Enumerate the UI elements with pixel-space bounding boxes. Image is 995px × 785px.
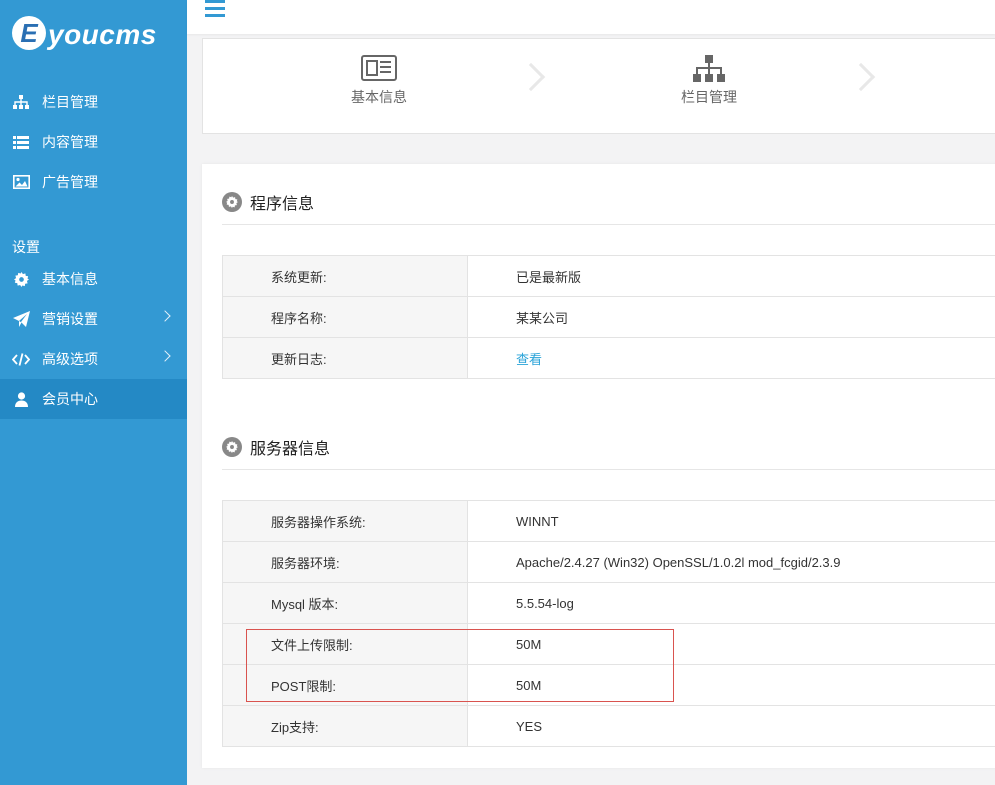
divider [222, 224, 995, 225]
row-value: 已是最新版 [467, 255, 995, 297]
gear-icon [12, 270, 30, 288]
table-row: Zip支持: YES [222, 705, 995, 747]
divider [222, 469, 995, 470]
code-icon [12, 350, 30, 368]
row-value: 某某公司 [467, 296, 995, 338]
server-info-table: 服务器操作系统: WINNT 服务器环境: Apache/2.4.27 (Win… [222, 500, 995, 747]
row-key: Zip支持: [222, 705, 468, 747]
step-label: 基本信息 [351, 89, 407, 105]
user-icon [12, 390, 30, 408]
table-row: 服务器环境: Apache/2.4.27 (Win32) OpenSSL/1.0… [222, 541, 995, 583]
row-key: 更新日志: [222, 337, 468, 379]
gear-icon [222, 192, 242, 212]
sidebar-item-marketing[interactable]: 营销设置 [0, 299, 187, 339]
program-info-heading: 程序信息 [222, 190, 314, 214]
step-label: 栏目管理 [681, 89, 737, 105]
chevron-right-icon [159, 350, 171, 362]
chevron-right-icon [159, 310, 171, 322]
sitemap-icon [12, 93, 30, 111]
sidebar-item-label: 高级选项 [42, 351, 98, 367]
sidebar-item-member-center[interactable]: 会员中心 [0, 379, 187, 419]
chevron-right-icon [516, 62, 546, 92]
chevron-right-icon [846, 62, 876, 92]
sidebar-item-label: 广告管理 [42, 174, 98, 190]
highlight-box [246, 629, 674, 702]
sidebar-item-columns[interactable]: 栏目管理 [0, 82, 187, 122]
step-columns[interactable]: 栏目管理 [649, 55, 769, 107]
sitemap-icon [691, 55, 727, 83]
table-row: Mysql 版本: 5.5.54-log [222, 582, 995, 624]
sidebar-item-label: 基本信息 [42, 271, 98, 287]
section-title: 服务器信息 [250, 441, 331, 458]
sidebar-item-content[interactable]: 内容管理 [0, 122, 187, 162]
newspaper-icon [361, 55, 397, 83]
row-key: 系统更新: [222, 255, 468, 297]
row-key: 程序名称: [222, 296, 468, 338]
view-changelog-link[interactable]: 查看 [467, 337, 995, 379]
row-value: WINNT [467, 500, 995, 542]
sidebar-item-ads[interactable]: 广告管理 [0, 162, 187, 202]
sidebar-item-basic-info[interactable]: 基本信息 [0, 259, 187, 299]
table-row: 服务器操作系统: WINNT [222, 500, 995, 542]
logo-badge: E [12, 16, 46, 50]
list-icon [12, 133, 30, 151]
step-basic-info[interactable]: 基本信息 [319, 55, 439, 107]
sidebar-item-label: 栏目管理 [42, 94, 98, 110]
table-row: 系统更新: 已是最新版 [222, 255, 995, 297]
sidebar-section-settings: 设置 [12, 239, 40, 255]
row-key: 服务器操作系统: [222, 500, 468, 542]
table-row: 更新日志: 查看 [222, 337, 995, 379]
image-icon [12, 173, 30, 191]
sidebar-item-label: 内容管理 [42, 134, 98, 150]
server-info-heading: 服务器信息 [222, 435, 330, 459]
gear-icon [222, 437, 242, 457]
section-title: 程序信息 [250, 196, 315, 213]
row-key: 服务器环境: [222, 541, 468, 583]
sidebar-item-label: 营销设置 [42, 311, 98, 327]
row-value: Apache/2.4.27 (Win32) OpenSSL/1.0.2l mod… [467, 541, 995, 583]
table-row: 程序名称: 某某公司 [222, 296, 995, 338]
sidebar-item-label: 会员中心 [42, 391, 98, 407]
sidebar-item-advanced[interactable]: 高级选项 [0, 339, 187, 379]
program-info-table: 系统更新: 已是最新版 程序名称: 某某公司 更新日志: 查看 [222, 255, 995, 379]
row-key: Mysql 版本: [222, 582, 468, 624]
row-value: 5.5.54-log [467, 582, 995, 624]
logo-text: youcms [48, 19, 157, 50]
sidebar: E youcms 栏目管理 内容管理 广告管理 设置 基本信息 营销设置 高级选… [0, 0, 187, 785]
top-bar [187, 0, 995, 34]
quick-steps-panel: 基本信息 栏目管理 [202, 38, 995, 134]
menu-toggle-icon[interactable] [205, 0, 225, 18]
row-value: YES [467, 705, 995, 747]
logo[interactable]: E youcms [12, 14, 172, 60]
paper-plane-icon [12, 310, 30, 328]
